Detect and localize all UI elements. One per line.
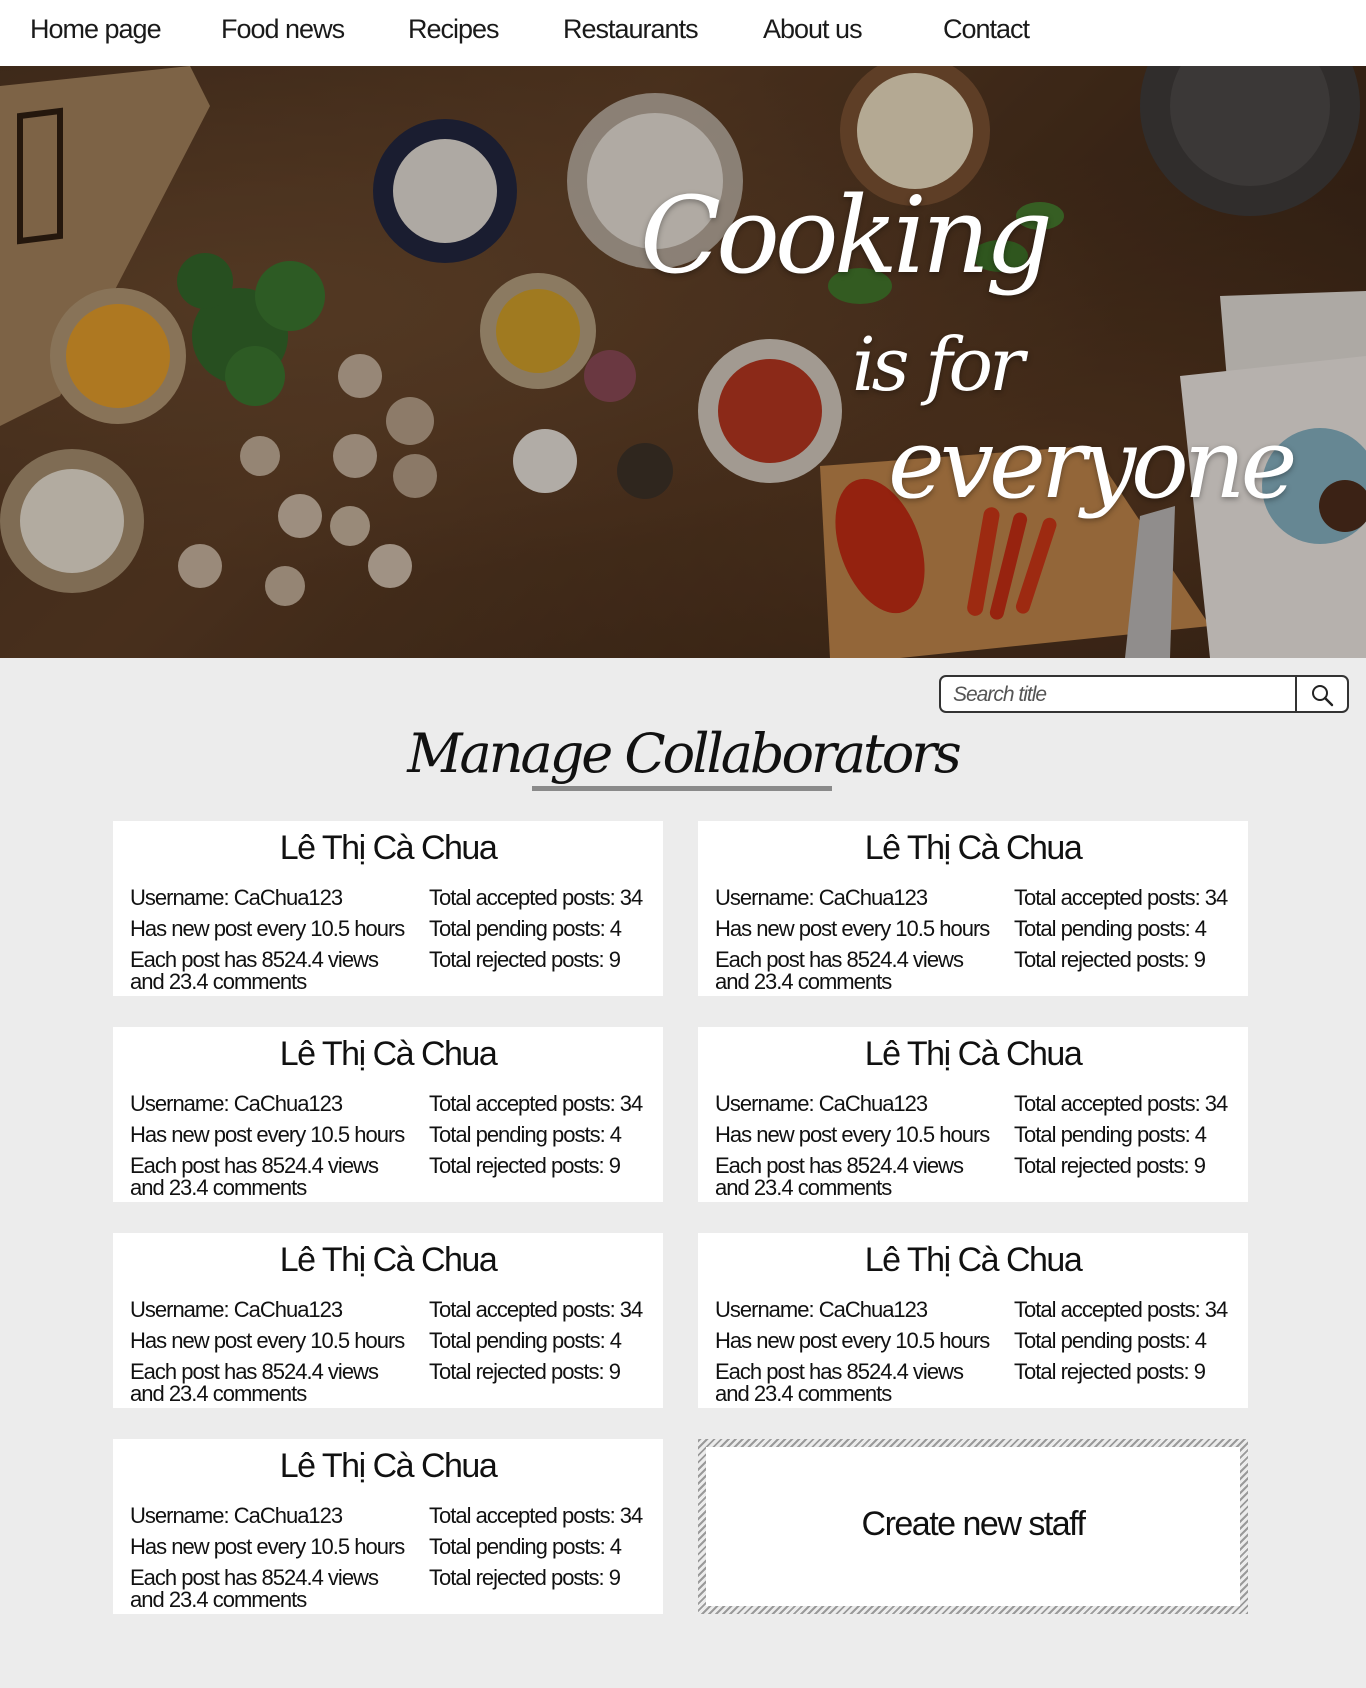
hero-headline-line-3: everyone <box>888 408 1297 520</box>
collaborator-views: Each post has 8524.4 views <box>715 1359 964 1384</box>
collaborator-post-frequency: Has new post every 10.5 hours <box>130 1122 405 1147</box>
collaborator-accepted-posts: Total accepted posts: 34 <box>1014 885 1228 910</box>
collaborator-card[interactable]: Lê Thị Cà Chua Username: CaChua123 Has n… <box>113 1233 663 1408</box>
collaborator-comments: and 23.4 comments <box>130 969 307 994</box>
collaborator-username: Username: CaChua123 <box>130 885 343 910</box>
collaborator-accepted-posts: Total accepted posts: 34 <box>429 1297 643 1322</box>
collaborator-post-frequency: Has new post every 10.5 hours <box>130 1328 405 1353</box>
collaborator-views: Each post has 8524.4 views <box>130 1359 379 1384</box>
collaborator-rejected-posts: Total rejected posts: 9 <box>429 1359 621 1384</box>
collaborator-comments: and 23.4 comments <box>715 1381 892 1406</box>
collaborator-accepted-posts: Total accepted posts: 34 <box>1014 1297 1228 1322</box>
collaborator-username: Username: CaChua123 <box>715 1297 928 1322</box>
collaborator-pending-posts: Total pending posts: 4 <box>429 916 622 941</box>
nav-about-us[interactable]: About us <box>763 14 863 45</box>
create-new-staff-panel: Create new staff <box>706 1447 1240 1606</box>
collaborator-card[interactable]: Lê Thị Cà Chua Username: CaChua123 Has n… <box>113 1027 663 1202</box>
collaborator-comments: and 23.4 comments <box>715 969 892 994</box>
collaborator-rejected-posts: Total rejected posts: 9 <box>429 947 621 972</box>
search-input[interactable] <box>953 681 1283 709</box>
collaborator-accepted-posts: Total accepted posts: 34 <box>1014 1091 1228 1116</box>
hero-overlay <box>0 66 1366 658</box>
collaborator-name: Lê Thị Cà Chua <box>279 1241 498 1279</box>
collaborator-username: Username: CaChua123 <box>715 1091 928 1116</box>
collaborator-name: Lê Thị Cà Chua <box>279 1447 498 1485</box>
title-underline <box>532 786 832 791</box>
collaborator-rejected-posts: Total rejected posts: 9 <box>429 1153 621 1178</box>
create-new-staff-label: Create new staff <box>861 1505 1086 1543</box>
collaborator-card[interactable]: Lê Thị Cà Chua Username: CaChua123 Has n… <box>113 821 663 996</box>
collaborator-views: Each post has 8524.4 views <box>130 1153 379 1178</box>
nav-recipes[interactable]: Recipes <box>408 14 500 45</box>
page-title: Manage Collaborators <box>407 722 962 785</box>
collaborator-username: Username: CaChua123 <box>130 1297 343 1322</box>
nav-restaurants[interactable]: Restaurants <box>563 14 699 45</box>
nav-contact[interactable]: Contact <box>943 14 1030 45</box>
collaborator-accepted-posts: Total accepted posts: 34 <box>429 1503 643 1528</box>
collaborator-rejected-posts: Total rejected posts: 9 <box>1014 947 1206 972</box>
collaborator-rejected-posts: Total rejected posts: 9 <box>1014 1153 1206 1178</box>
collaborator-username: Username: CaChua123 <box>130 1091 343 1116</box>
collaborator-views: Each post has 8524.4 views <box>130 1565 379 1590</box>
collaborator-views: Each post has 8524.4 views <box>715 1153 964 1178</box>
collaborator-accepted-posts: Total accepted posts: 34 <box>429 885 643 910</box>
collaborator-card[interactable]: Lê Thị Cà Chua Username: CaChua123 Has n… <box>698 821 1248 996</box>
collaborator-post-frequency: Has new post every 10.5 hours <box>130 916 405 941</box>
collaborator-pending-posts: Total pending posts: 4 <box>429 1328 622 1353</box>
collaborator-views: Each post has 8524.4 views <box>130 947 379 972</box>
collaborator-comments: and 23.4 comments <box>130 1175 307 1200</box>
collaborator-name: Lê Thị Cà Chua <box>279 829 498 867</box>
collaborator-card[interactable]: Lê Thị Cà Chua Username: CaChua123 Has n… <box>698 1233 1248 1408</box>
search-button[interactable] <box>1295 677 1347 711</box>
collaborator-pending-posts: Total pending posts: 4 <box>1014 916 1207 941</box>
top-navigation: Home page Food news Recipes Restaurants … <box>0 0 1366 66</box>
collaborator-post-frequency: Has new post every 10.5 hours <box>715 916 990 941</box>
hero-banner: Cooking is for everyone <box>0 66 1366 658</box>
search-box <box>939 675 1349 713</box>
collaborator-rejected-posts: Total rejected posts: 9 <box>429 1565 621 1590</box>
collaborator-post-frequency: Has new post every 10.5 hours <box>715 1328 990 1353</box>
collaborator-pending-posts: Total pending posts: 4 <box>1014 1328 1207 1353</box>
collaborator-card[interactable]: Lê Thị Cà Chua Username: CaChua123 Has n… <box>698 1027 1248 1202</box>
collaborator-comments: and 23.4 comments <box>130 1381 307 1406</box>
collaborator-comments: and 23.4 comments <box>130 1587 307 1612</box>
collaborator-pending-posts: Total pending posts: 4 <box>429 1534 622 1559</box>
collaborator-rejected-posts: Total rejected posts: 9 <box>1014 1359 1206 1384</box>
collaborator-views: Each post has 8524.4 views <box>715 947 964 972</box>
collaborator-name: Lê Thị Cà Chua <box>864 1035 1083 1073</box>
collaborator-comments: and 23.4 comments <box>715 1175 892 1200</box>
hero-headline-line-2: is for <box>852 322 1024 408</box>
create-new-staff-button[interactable]: Create new staff <box>698 1439 1248 1614</box>
collaborator-card[interactable]: Lê Thị Cà Chua Username: CaChua123 Has n… <box>113 1439 663 1614</box>
hero-headline-line-1: Cooking <box>640 174 1053 297</box>
collaborator-pending-posts: Total pending posts: 4 <box>429 1122 622 1147</box>
collaborator-pending-posts: Total pending posts: 4 <box>1014 1122 1207 1147</box>
nav-food-news[interactable]: Food news <box>221 14 345 45</box>
collaborator-accepted-posts: Total accepted posts: 34 <box>429 1091 643 1116</box>
search-icon <box>1312 685 1334 707</box>
nav-home-page[interactable]: Home page <box>30 14 162 45</box>
collaborator-name: Lê Thị Cà Chua <box>864 1241 1083 1279</box>
collaborator-name: Lê Thị Cà Chua <box>864 829 1083 867</box>
collaborator-post-frequency: Has new post every 10.5 hours <box>715 1122 990 1147</box>
collaborator-post-frequency: Has new post every 10.5 hours <box>130 1534 405 1559</box>
collaborator-name: Lê Thị Cà Chua <box>279 1035 498 1073</box>
collaborator-username: Username: CaChua123 <box>715 885 928 910</box>
collaborator-username: Username: CaChua123 <box>130 1503 343 1528</box>
